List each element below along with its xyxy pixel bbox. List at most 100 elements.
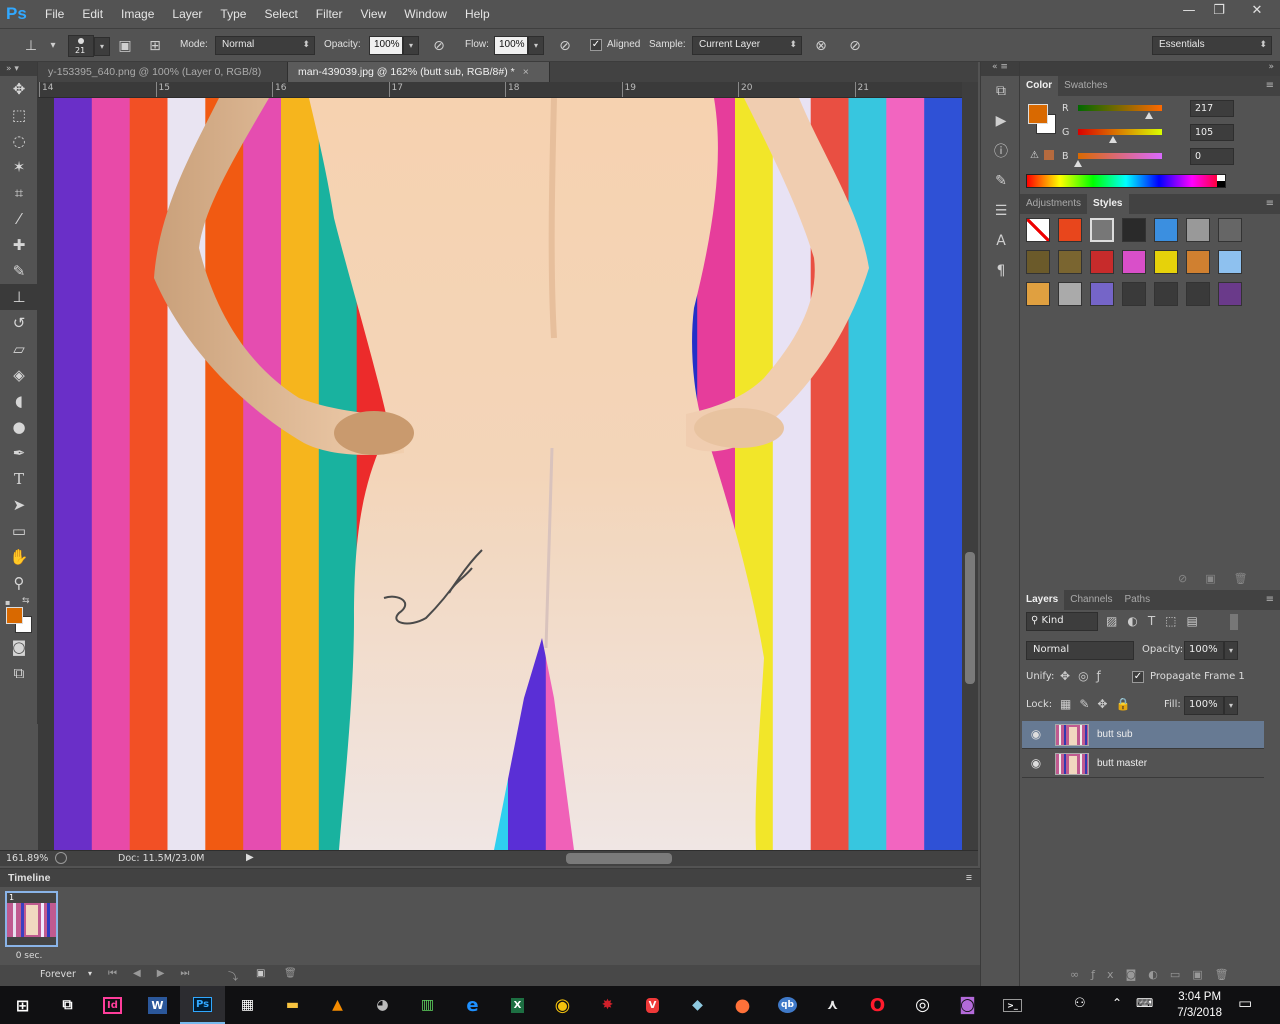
tools-panel-header[interactable]: » ▾ — [0, 62, 37, 76]
menu-select[interactable]: Select — [255, 7, 306, 21]
dock-header[interactable]: « ≡ — [981, 62, 1019, 76]
action-center-icon[interactable]: ▭ — [1238, 994, 1252, 1012]
style-swatch[interactable] — [1154, 250, 1178, 274]
default-colors-icon[interactable]: ▪ — [5, 598, 10, 607]
style-swatch[interactable] — [1218, 250, 1242, 274]
style-swatch[interactable] — [1218, 282, 1242, 306]
style-swatch[interactable] — [1218, 218, 1242, 242]
airbrush-icon[interactable]: ⊘ — [556, 37, 574, 55]
style-swatch[interactable] — [1122, 250, 1146, 274]
task-view-icon[interactable]: ⧉ — [45, 986, 90, 1024]
timeline-frame[interactable]: 1 — [5, 891, 58, 947]
propagate-frame-checkbox[interactable]: ✓ — [1132, 671, 1144, 683]
blue-value-input[interactable]: 0 — [1190, 148, 1234, 165]
delete-frame-icon[interactable]: 🗑 — [284, 968, 297, 979]
acrobat-icon[interactable]: ⋏ — [810, 986, 855, 1024]
filter-smart-object-icon[interactable]: ▤ — [1187, 614, 1208, 628]
equalizer-icon[interactable]: ▥ — [405, 986, 450, 1024]
status-info-icon[interactable] — [55, 852, 67, 864]
style-swatch[interactable] — [1026, 250, 1050, 274]
delete-style-icon[interactable]: 🗑 — [1234, 572, 1266, 585]
taskbar-clock[interactable]: 3:04 PM 7/3/2018 — [1177, 989, 1222, 1021]
tween-icon[interactable]: ⤵ — [228, 968, 238, 983]
blur-tool-icon[interactable]: ◖ — [0, 388, 38, 414]
zoom-level[interactable]: 161.89% — [6, 853, 48, 864]
adjustment-layer-icon[interactable]: ◐ — [1148, 968, 1170, 981]
loop-select[interactable]: Forever — [40, 969, 76, 980]
minimize-button[interactable]: — — [1174, 0, 1204, 20]
lock-image-icon[interactable]: ✎ — [1079, 697, 1097, 711]
blue-slider[interactable]: B 0 — [1062, 148, 1272, 170]
qbittorrent-icon[interactable]: qb — [765, 986, 810, 1024]
layers-panel-menu-icon[interactable]: ≡ — [1266, 590, 1280, 610]
unify-style-icon[interactable]: ƒ — [1097, 669, 1109, 683]
brush-panel-icon[interactable]: ✎ — [981, 166, 1021, 196]
path-selection-tool-icon[interactable]: ➤ — [0, 492, 38, 518]
style-swatch[interactable] — [1090, 250, 1114, 274]
game-icon[interactable]: ✸ — [585, 986, 630, 1024]
media-app-icon[interactable]: ◙ — [945, 986, 990, 1024]
previous-frame-icon[interactable]: ◀ — [133, 968, 157, 979]
style-swatch[interactable] — [1154, 282, 1178, 306]
red-slider[interactable]: R 217 — [1062, 100, 1272, 122]
tab-channels[interactable]: Channels — [1064, 590, 1118, 610]
tab-layers[interactable]: Layers — [1020, 590, 1065, 610]
aligned-checkbox[interactable]: ✓ — [590, 39, 602, 51]
quick-mask-icon[interactable]: ◙ — [0, 634, 38, 660]
actions-panel-icon[interactable]: ▶ — [981, 106, 1021, 136]
filter-adjustment-icon[interactable]: ◐ — [1127, 614, 1147, 628]
style-swatch[interactable] — [1186, 250, 1210, 274]
out-of-gamut-warning-icon[interactable]: ⚠ — [1030, 150, 1039, 161]
layer-name[interactable]: butt sub — [1097, 729, 1133, 740]
blue-slider-thumb[interactable] — [1074, 160, 1082, 167]
style-swatch[interactable] — [1154, 218, 1178, 242]
style-swatch[interactable] — [1058, 282, 1082, 306]
ignore-adjustment-layers-icon[interactable]: ⊗ — [812, 37, 830, 55]
menu-view[interactable]: View — [351, 7, 395, 21]
vertical-scrollbar[interactable] — [962, 82, 978, 850]
layer-style-icon[interactable]: ƒx — [1091, 968, 1125, 981]
fill-input[interactable]: 100% — [1184, 696, 1224, 715]
vertical-scrollbar-thumb[interactable] — [965, 552, 975, 684]
notes-icon[interactable]: ◆ — [675, 986, 720, 1024]
marquee-tool-icon[interactable]: ⬚ — [0, 102, 38, 128]
blend-mode-select[interactable]: Normal — [1026, 641, 1134, 660]
style-swatch[interactable] — [1186, 282, 1210, 306]
lock-transparent-icon[interactable]: ▦ — [1060, 697, 1079, 711]
people-icon[interactable]: ⚇ — [1074, 996, 1086, 1011]
tray-chevron-icon[interactable]: ⌃ — [1112, 996, 1122, 1010]
eyedropper-tool-icon[interactable]: ⁄ — [0, 206, 38, 232]
tab-styles[interactable]: Styles — [1087, 194, 1129, 214]
indesign-icon[interactable]: Id — [90, 986, 135, 1024]
layer-name[interactable]: butt master — [1097, 758, 1147, 769]
start-button-icon[interactable]: ⊞ — [0, 986, 45, 1024]
unify-visibility-icon[interactable]: ◎ — [1078, 669, 1096, 683]
frame-delay[interactable]: 0 sec. — [0, 951, 58, 961]
magic-wand-tool-icon[interactable]: ✶ — [0, 154, 38, 180]
style-swatch[interactable] — [1122, 282, 1146, 306]
healing-brush-tool-icon[interactable]: ✚ — [0, 232, 38, 258]
vlc-icon[interactable]: ▲ — [315, 986, 360, 1024]
clear-style-icon[interactable]: ⊘ — [1178, 572, 1205, 585]
doc-tab-1[interactable]: y-153395_640.png @ 100% (Layer 0, RGB/8) — [38, 62, 288, 82]
hand-tool-icon[interactable]: ✋ — [0, 544, 38, 570]
paint-bucket-tool-icon[interactable]: ◈ — [0, 362, 38, 388]
fill-dropdown[interactable]: ▾ — [1224, 696, 1238, 715]
eraser-tool-icon[interactable]: ▱ — [0, 336, 38, 362]
link-layers-icon[interactable]: ∞ — [1070, 968, 1091, 981]
green-value-input[interactable]: 105 — [1190, 124, 1234, 141]
new-group-icon[interactable]: ▭ — [1170, 968, 1192, 981]
color-panel-menu-icon[interactable]: ≡ — [1266, 76, 1280, 96]
style-swatch[interactable] — [1090, 218, 1114, 242]
style-swatch[interactable] — [1026, 218, 1050, 242]
filter-toggle[interactable] — [1230, 614, 1238, 630]
pressure-opacity-icon[interactable]: ⊘ — [430, 37, 448, 55]
new-style-icon[interactable]: ▣ — [1205, 572, 1233, 585]
paint-icon[interactable]: ◕ — [360, 986, 405, 1024]
style-swatch[interactable] — [1058, 250, 1082, 274]
close-tab-icon[interactable]: × — [523, 66, 529, 78]
lasso-tool-icon[interactable]: ◌ — [0, 128, 38, 154]
lock-position-icon[interactable]: ✥ — [1097, 697, 1115, 711]
keyboard-icon[interactable]: ⌨ — [1136, 996, 1153, 1010]
info-panel-icon[interactable]: ⓘ — [981, 136, 1021, 166]
